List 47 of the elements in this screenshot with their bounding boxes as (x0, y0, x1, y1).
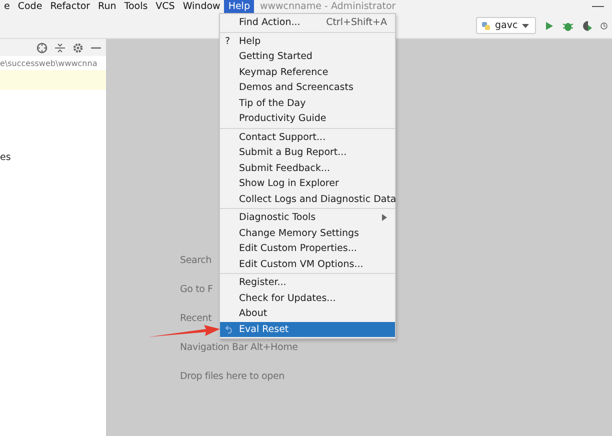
menu-entry[interactable]: Check for Updates... (220, 290, 395, 306)
menu-entry[interactable]: Submit a Bug Report... (220, 145, 395, 160)
menu-item[interactable]: e (0, 0, 14, 13)
menu-item[interactable]: Code (14, 0, 46, 13)
menu-entry[interactable]: Edit Custom Properties... (220, 241, 395, 256)
run-config-dropdown[interactable]: gavc (476, 17, 536, 34)
tree-item[interactable]: es (0, 152, 106, 163)
menu-entry[interactable]: ? Help (220, 34, 395, 49)
menu-entry[interactable]: About (220, 306, 395, 322)
editor-hint: Search (180, 254, 212, 268)
help-icon: ? (225, 34, 230, 49)
arrow-annotation (148, 324, 220, 338)
menu-item[interactable]: Tools (120, 0, 152, 13)
menu-item[interactable]: VCS (152, 0, 179, 13)
menu-entry[interactable]: Productivity Guide (220, 111, 395, 126)
menu-entry[interactable]: Eval Reset (220, 322, 395, 337)
crosshair-icon[interactable] (36, 42, 48, 54)
project-path: e\successweb\wwwcnna (0, 58, 98, 70)
editor-hint: Recent (180, 312, 212, 326)
menu-item[interactable]: Window (178, 0, 224, 13)
coverage-icon[interactable] (581, 20, 593, 32)
menu-entry[interactable]: Diagnostic Tools (220, 210, 395, 226)
menu-item[interactable]: Help (224, 0, 254, 13)
menu-entry[interactable]: Collect Logs and Diagnostic Data (220, 192, 395, 207)
menu-entry[interactable]: Change Memory Settings (220, 226, 395, 241)
menu-entry[interactable]: Getting Started (220, 49, 395, 64)
menu-entry[interactable]: Demos and Screencasts (220, 80, 395, 96)
menu-entry[interactable]: Tip of the Day (220, 96, 395, 111)
menu-entry[interactable]: Register... (220, 275, 395, 290)
editor-hint: Navigation Bar Alt+Home (180, 341, 298, 355)
menu-item[interactable]: Run (94, 0, 120, 13)
profiler-icon[interactable] (600, 20, 608, 32)
caret-icon (522, 24, 529, 28)
run-icon[interactable] (543, 20, 555, 32)
editor-hint: Go to F (180, 283, 213, 297)
menu-item[interactable]: Refactor (46, 0, 94, 13)
python-icon (481, 20, 491, 30)
menu-entry[interactable]: Edit Custom VM Options... (220, 256, 395, 272)
collapse-icon[interactable] (54, 42, 66, 54)
menu-entry[interactable]: Submit Feedback... (220, 160, 395, 176)
settings-icon[interactable] (72, 42, 84, 54)
menu-entry[interactable]: Keymap Reference (220, 64, 395, 80)
menu-entry[interactable]: Show Log in Explorer (220, 176, 395, 192)
window-title: wwwcnname - Administrator (260, 1, 397, 12)
menu-entry[interactable]: Contact Support... (220, 130, 395, 145)
menu-entry[interactable]: Find Action... Ctrl+Shift+A (220, 15, 395, 30)
editor-hint: Drop files here to open (180, 370, 284, 384)
